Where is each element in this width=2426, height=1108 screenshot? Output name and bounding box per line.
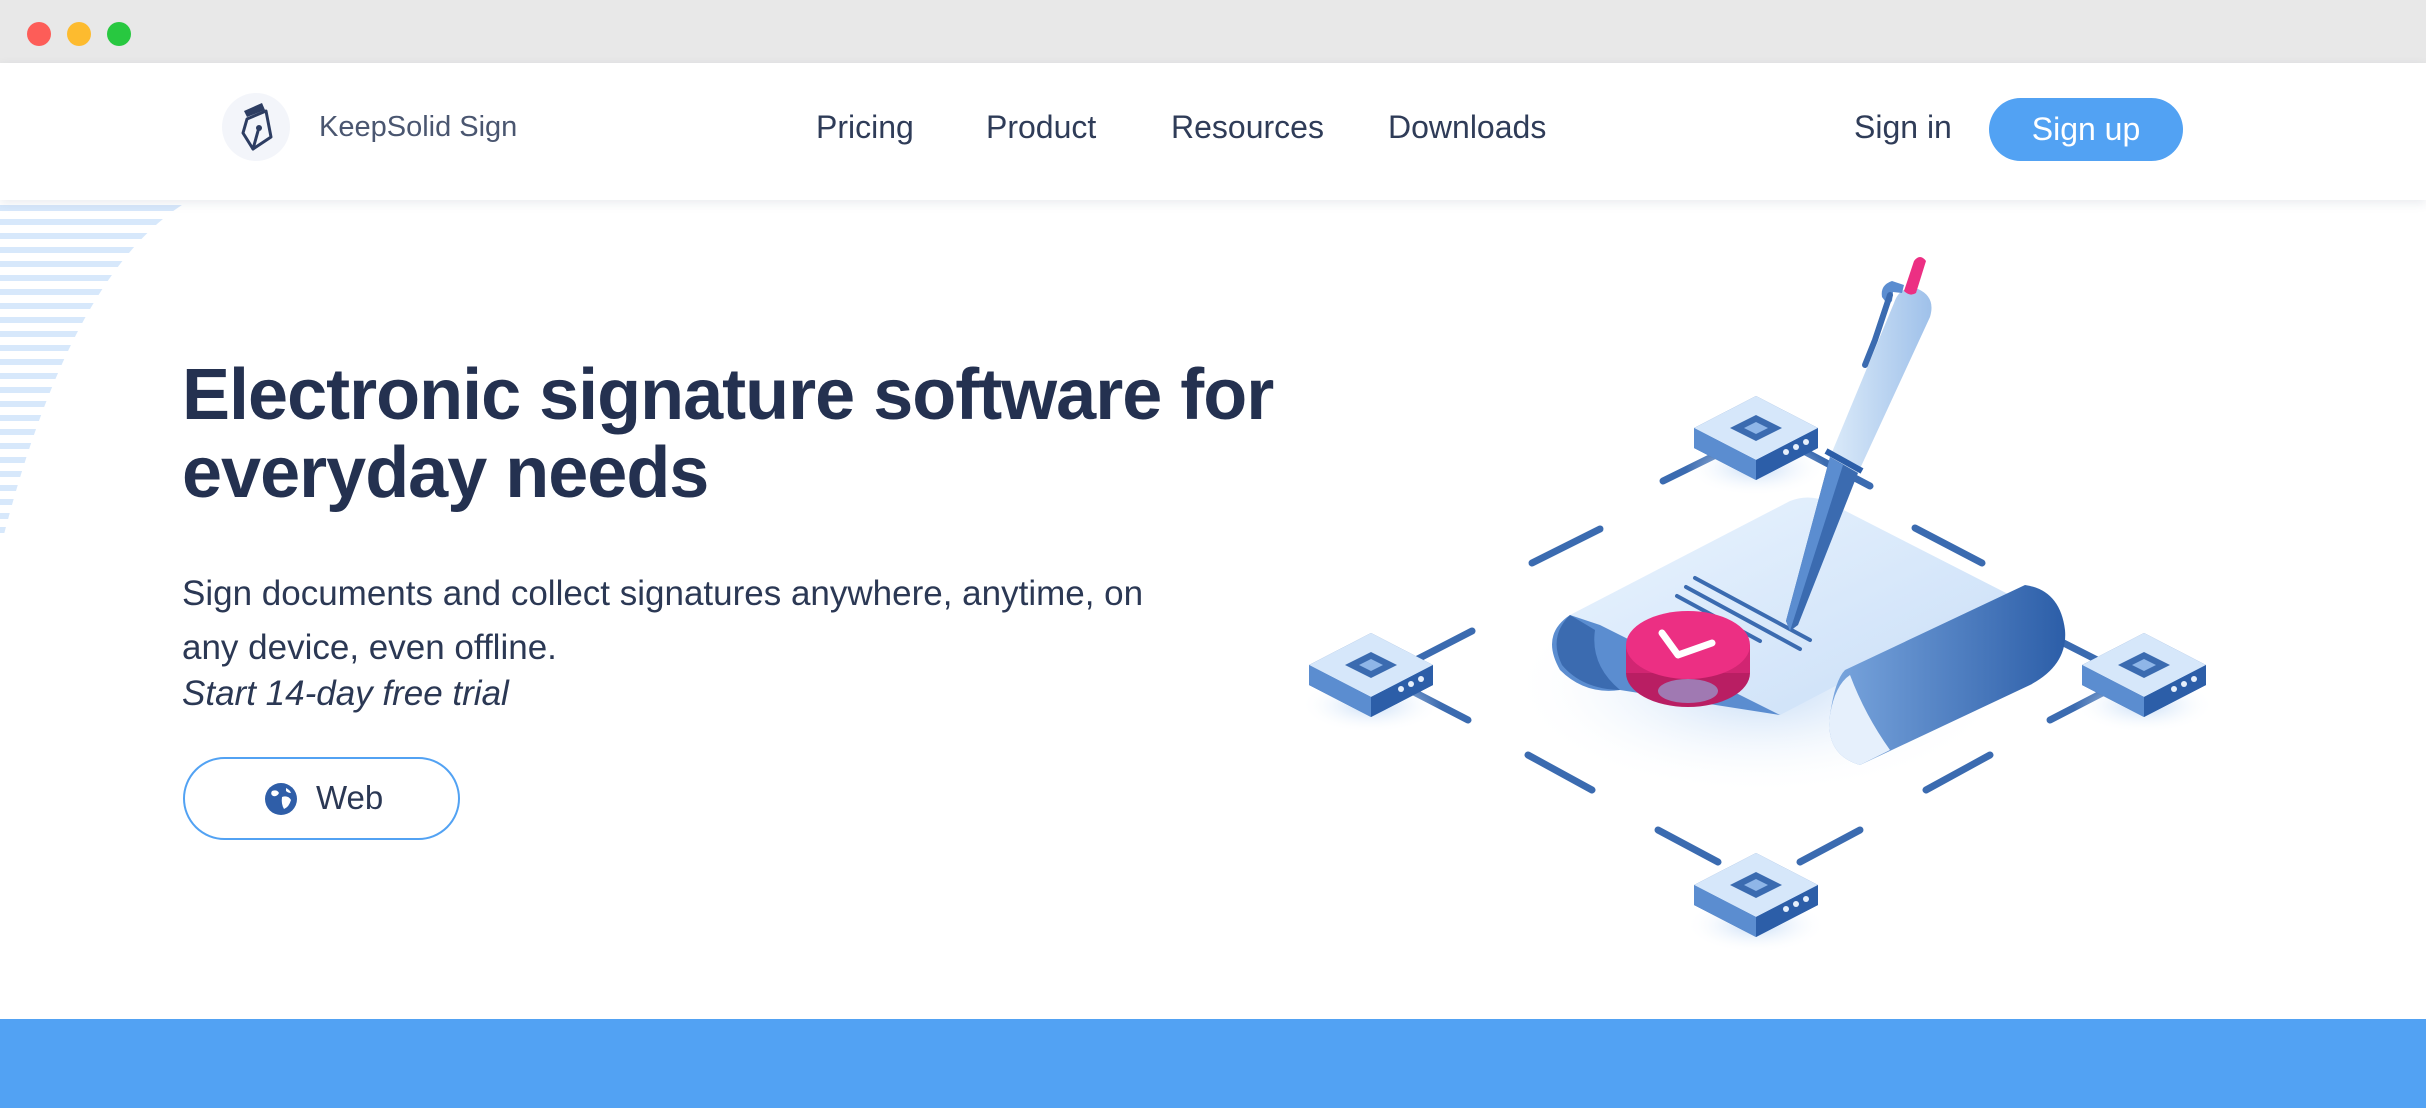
hero-title: Electronic signature software for everyd… (182, 355, 1274, 513)
signing-illustration (1301, 257, 2214, 953)
nav-product[interactable]: Product (986, 109, 1096, 146)
site-header: KeepSolid Sign Pricing Product Resources… (0, 63, 2426, 200)
zoom-window-button[interactable] (107, 22, 131, 46)
sign-in-link[interactable]: Sign in (1854, 109, 1952, 146)
window-titlebar (0, 0, 2426, 63)
web-app-button[interactable]: Web (183, 757, 460, 840)
nav-pricing[interactable]: Pricing (816, 109, 914, 146)
globe-icon (265, 783, 297, 815)
decorative-stripes (0, 205, 190, 533)
pen-nib-logo-icon[interactable] (222, 93, 290, 161)
close-window-button[interactable] (27, 22, 51, 46)
hero-subtitle: Sign documents and collect signatures an… (182, 574, 1144, 667)
web-button-label: Web (316, 779, 384, 816)
next-section-band (0, 1019, 2426, 1108)
nav-resources[interactable]: Resources (1171, 109, 1324, 146)
trial-text: Start 14-day free trial (182, 674, 509, 713)
nav-downloads[interactable]: Downloads (1388, 109, 1546, 146)
minimize-window-button[interactable] (67, 22, 91, 46)
brand-name[interactable]: KeepSolid Sign (319, 111, 517, 144)
sign-up-button[interactable]: Sign up (1989, 98, 2183, 161)
